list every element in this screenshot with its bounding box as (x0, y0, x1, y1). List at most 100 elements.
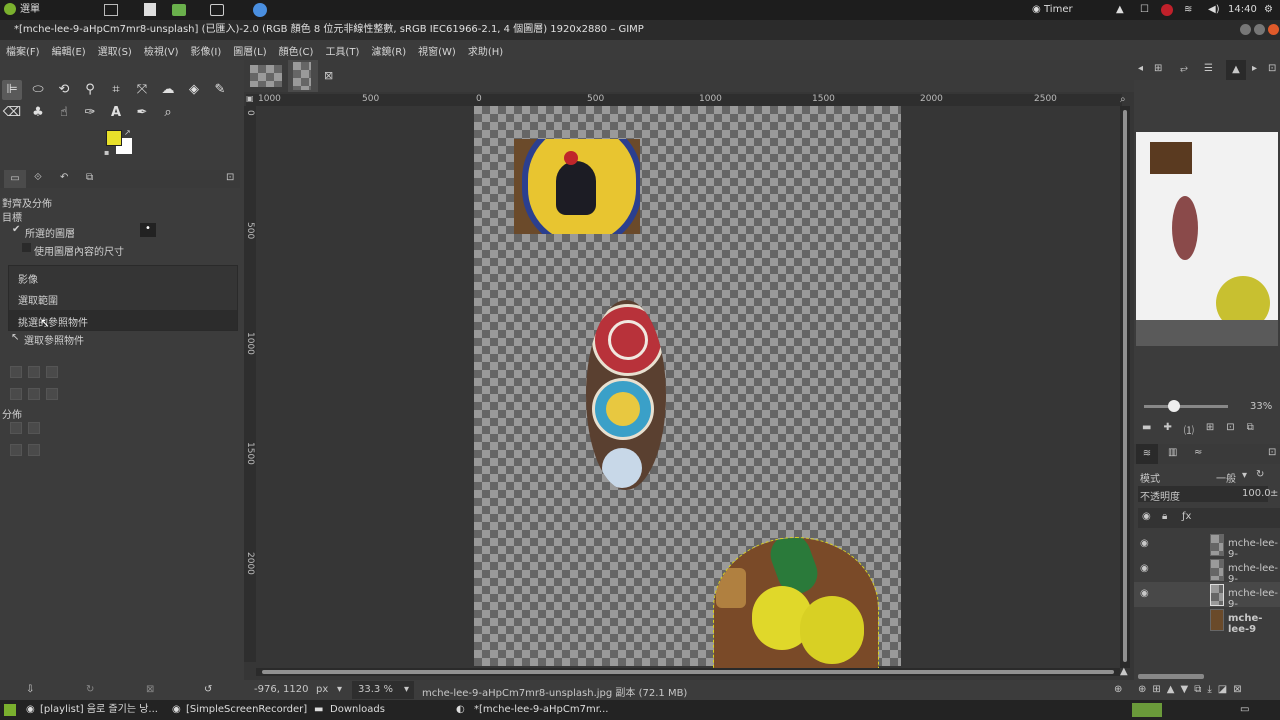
new-layer-icon[interactable]: ⊕ (1138, 684, 1146, 698)
nav-zoom-slider[interactable] (1144, 400, 1228, 412)
tray-icon[interactable]: ☐ (1140, 3, 1149, 17)
eye-icon[interactable]: ◉ (1140, 538, 1149, 549)
color-picker-icon[interactable]: ✒ (132, 103, 152, 123)
smudge-icon[interactable]: ☝ (54, 103, 74, 123)
layers-mini-tab-icon[interactable]: ☰ (1204, 63, 1213, 74)
menu-image[interactable]: 影像(I) (191, 43, 222, 58)
mode-dropdown-icon[interactable]: ▾ (1242, 470, 1247, 481)
notification-icon[interactable]: ▲ (1116, 3, 1124, 17)
layers-menu-icon[interactable]: ⊡ (1268, 447, 1276, 458)
navigator-preview[interactable] (1136, 132, 1278, 330)
opacity-slider[interactable]: 不透明度 100.0 (1138, 486, 1271, 503)
distribute-h-button[interactable] (10, 422, 22, 434)
quick-mask-toggle[interactable]: ▣ (246, 94, 256, 106)
files-icon[interactable] (172, 4, 186, 16)
align-right-button[interactable] (46, 366, 58, 378)
raise-layer-icon[interactable]: ▲ (1167, 684, 1175, 698)
align-left-button[interactable] (10, 366, 22, 378)
unit-selector[interactable]: px (316, 684, 328, 695)
lasso-icon[interactable]: ⟲ (54, 80, 74, 100)
swap-colors-icon[interactable]: ↗ (124, 128, 131, 137)
taskbar-item-gimp[interactable]: *[mche-lee-9-aHpCm7mr... (474, 703, 608, 717)
menu-view[interactable]: 檢視(V) (144, 43, 179, 58)
channels-tab-icon[interactable]: ▥ (1168, 447, 1177, 458)
histogram-tab-icon[interactable]: ⥂ (1180, 63, 1188, 74)
layer-row-selected[interactable]: ◉ mche-lee-9- (1134, 582, 1280, 610)
text-editor-icon[interactable] (144, 3, 156, 16)
unit-dropdown-icon[interactable]: ▾ (337, 684, 342, 695)
navigator-menu-icon[interactable]: ⊡ (1268, 63, 1276, 74)
layers-tab-icon[interactable]: ≋ (1136, 444, 1158, 464)
images-tab-icon[interactable]: ⧉ (86, 172, 93, 183)
restore-options-icon[interactable]: ↻ (86, 684, 94, 695)
shrink-wrap-icon[interactable]: ⧉ (1247, 422, 1254, 436)
dropdown-item-selection[interactable]: 選取範圍 (18, 292, 58, 307)
horizontal-scrollbar[interactable] (256, 668, 1120, 676)
taskbar-item-recorder[interactable]: [SimpleScreenRecorder] (186, 703, 307, 717)
layer-name[interactable]: mche-lee-9 (1228, 613, 1280, 635)
reset-options-icon[interactable]: ↺ (204, 684, 212, 695)
tab-left-arrow-icon[interactable]: ◂ (1138, 63, 1143, 74)
distribute-h2-button[interactable] (28, 422, 40, 434)
fuzzy-select-icon[interactable]: ⚲ (80, 80, 100, 100)
dropdown-item-picked[interactable]: 挑選的參照物件 (18, 314, 88, 329)
navigate-icon[interactable]: ▲ (1120, 666, 1128, 677)
align-bottom-button[interactable] (46, 388, 58, 400)
menu-tools[interactable]: 工具(T) (325, 43, 359, 58)
zoom-dropdown-icon[interactable]: ▾ (404, 684, 409, 695)
use-layer-contents-checkbox[interactable] (22, 243, 31, 252)
eraser-icon[interactable]: ⌫ (2, 103, 22, 123)
text-tool-icon[interactable]: A (106, 103, 126, 123)
merge-layer-icon[interactable]: ⤓ (1207, 684, 1211, 698)
transform-icon[interactable]: ⤧ (132, 80, 152, 100)
ellipse-select-icon[interactable]: ⬭ (28, 80, 48, 100)
settings-icon[interactable]: ⚙ (1264, 3, 1273, 17)
menu-windows[interactable]: 視窗(W) (418, 43, 456, 58)
menu-select[interactable]: 選取(S) (98, 43, 132, 58)
vertical-scrollbar-thumb[interactable] (1123, 110, 1127, 662)
screenshot-icon[interactable] (210, 4, 224, 16)
maximize-button[interactable] (1254, 24, 1265, 35)
paths-tab-icon[interactable]: ≈ (1194, 447, 1202, 458)
lower-layer-icon[interactable]: ▼ (1180, 684, 1188, 698)
lock-icon[interactable]: 🔒︎ (1162, 511, 1167, 522)
duplicate-layer-icon[interactable]: ⧉ (1194, 684, 1201, 698)
distribute-v2-button[interactable] (28, 444, 40, 456)
warp-icon[interactable]: ☁ (158, 80, 178, 100)
nav-zoom-slider-knob[interactable] (1168, 400, 1180, 412)
menu-filters[interactable]: 濾鏡(R) (371, 43, 406, 58)
tool-options-tab-icon[interactable]: ▭ (4, 170, 26, 188)
delete-layer-icon[interactable]: ⊠ (1233, 684, 1241, 698)
pick-reference-icon[interactable]: ↖ (11, 332, 19, 343)
status-corner-icon[interactable]: ⊕ (1114, 684, 1122, 695)
save-options-icon[interactable]: ⇩ (26, 684, 34, 695)
foreground-color-swatch[interactable] (106, 130, 122, 146)
volume-icon[interactable]: ◀) (1208, 3, 1220, 17)
bucket-fill-icon[interactable]: ◈ (184, 80, 204, 100)
align-anchor-center[interactable]: • (140, 223, 156, 237)
opacity-stepper[interactable]: ± (1270, 488, 1278, 499)
eye-icon[interactable]: ◉ (1140, 588, 1149, 599)
zoom-in-icon[interactable]: ✚ (1163, 422, 1171, 436)
layer-row[interactable]: ◉ mche-lee-9- (1134, 532, 1280, 560)
layer-lemons[interactable] (713, 537, 879, 669)
eye-icon[interactable]: ◉ (1140, 563, 1149, 574)
clone-icon[interactable]: ♣ (28, 103, 48, 123)
browser-icon[interactable] (253, 3, 267, 17)
undo-history-tab-icon[interactable]: ↶ (60, 172, 68, 183)
crop-icon[interactable]: ⌗ (106, 80, 126, 100)
layer-rooster-plate[interactable] (514, 139, 640, 234)
workspace-switcher[interactable] (1132, 703, 1162, 717)
delete-options-icon[interactable]: ⊠ (146, 684, 154, 695)
menu-file[interactable]: 檔案(F) (6, 43, 40, 58)
image-canvas[interactable] (474, 106, 901, 669)
vertical-scrollbar[interactable] (1120, 106, 1130, 668)
close-button[interactable] (1268, 24, 1279, 35)
start-menu-icon[interactable] (4, 704, 16, 716)
fill-window-icon[interactable]: ⊡ (1226, 422, 1234, 436)
horizontal-scrollbar-thumb[interactable] (262, 670, 1114, 674)
mode-selector[interactable]: 一般 (1216, 470, 1236, 485)
opacity-value[interactable]: 100.0 (1242, 488, 1271, 499)
menu-layer[interactable]: 圖層(L) (233, 43, 266, 58)
layers-scrollbar[interactable] (1138, 674, 1204, 679)
